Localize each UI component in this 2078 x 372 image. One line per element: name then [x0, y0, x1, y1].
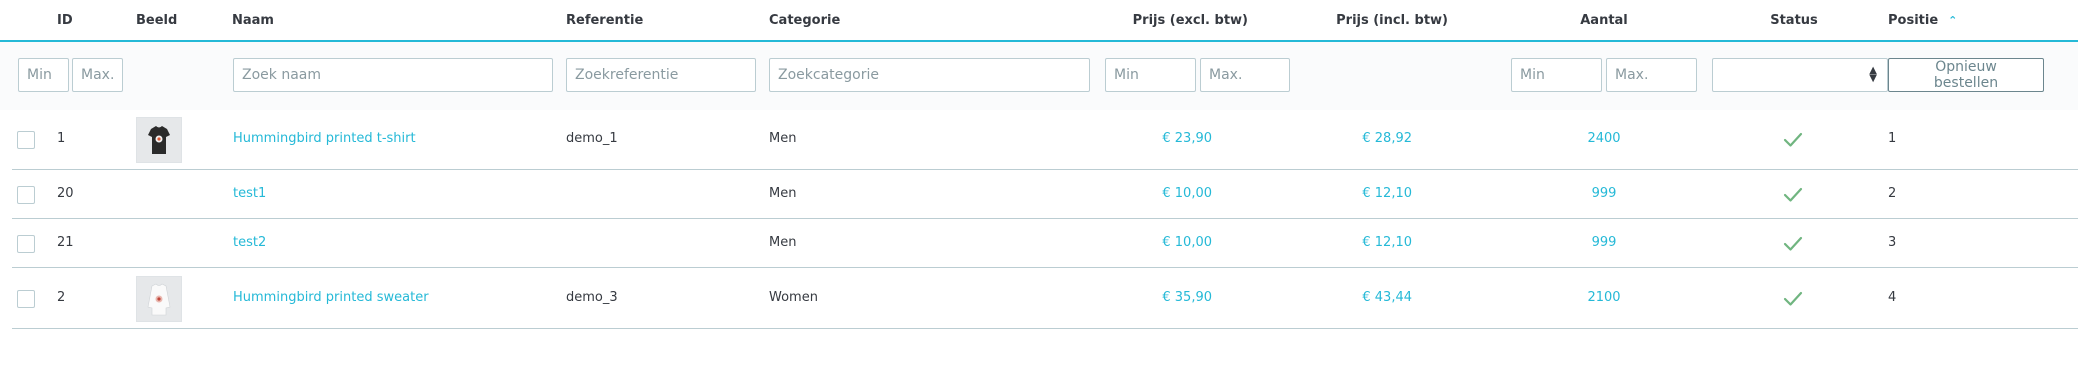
product-name-link[interactable]: test2: [233, 235, 266, 250]
price-incl-value[interactable]: € 28,92: [1312, 131, 1412, 146]
price-min-input[interactable]: [1105, 58, 1196, 92]
price-incl-value[interactable]: € 12,10: [1312, 186, 1412, 201]
product-position: 1: [1888, 131, 1897, 146]
price-excl-value[interactable]: € 10,00: [1112, 186, 1212, 201]
quantity-value[interactable]: 999: [1560, 235, 1648, 250]
row-select-checkbox[interactable]: [17, 234, 35, 253]
quantity-value[interactable]: 999: [1560, 186, 1648, 201]
reference-search-input[interactable]: [566, 58, 756, 92]
product-id: 20: [57, 185, 74, 201]
category-search-input[interactable]: [769, 58, 1090, 92]
product-category: Men: [769, 185, 797, 201]
product-reference: demo_1: [566, 131, 618, 146]
quantity-value[interactable]: 2400: [1560, 131, 1648, 146]
product-category: Men: [769, 234, 797, 250]
status-select[interactable]: ▲ ▼: [1712, 58, 1888, 92]
header-position[interactable]: Positie ⌃: [1888, 13, 1957, 28]
select-arrows-icon: ▲ ▼: [1869, 65, 1877, 84]
product-name-link[interactable]: test1: [233, 186, 266, 201]
header-id[interactable]: ID: [57, 13, 73, 28]
row-select-checkbox[interactable]: [17, 185, 35, 204]
header-name[interactable]: Naam: [232, 13, 274, 28]
price-excl-value[interactable]: € 35,90: [1112, 290, 1212, 305]
product-thumbnail[interactable]: [136, 275, 182, 322]
product-id: 21: [57, 234, 74, 250]
product-id: 1: [57, 131, 66, 146]
chevron-up-icon: ⌃: [1948, 14, 1958, 27]
header-status[interactable]: Status: [1750, 13, 1838, 28]
price-incl-value[interactable]: € 43,44: [1312, 290, 1412, 305]
table-row: 20 test1 Men € 10,00 € 12,10 999 2: [12, 170, 2078, 219]
product-name-link[interactable]: Hummingbird printed sweater: [233, 290, 429, 305]
table-row: 21 test2 Men € 10,00 € 12,10 999 3: [12, 219, 2078, 268]
header-quantity[interactable]: Aantal: [1560, 13, 1648, 28]
name-search-input[interactable]: [233, 58, 553, 92]
product-position: 3: [1888, 234, 1897, 250]
checkmark-icon[interactable]: [1782, 288, 1804, 310]
header-price-excl[interactable]: Prijs (excl. btw): [1100, 13, 1248, 28]
quantity-value[interactable]: 2100: [1560, 290, 1648, 305]
price-incl-value[interactable]: € 12,10: [1312, 235, 1412, 250]
table-header: ID Beeld Naam Referentie Categorie Prijs…: [0, 0, 2078, 42]
table-row: 2 Hummingbird printed sweater demo_3 Women €…: [12, 268, 2078, 329]
product-table: ID Beeld Naam Referentie Categorie Prijs…: [0, 0, 2078, 372]
product-id: 2: [57, 289, 66, 305]
product-position: 4: [1888, 289, 1897, 305]
checkmark-icon[interactable]: [1782, 129, 1804, 151]
row-select-checkbox[interactable]: [17, 131, 35, 149]
product-thumbnail[interactable]: [136, 117, 182, 163]
checkmark-icon[interactable]: [1782, 184, 1804, 206]
reset-button[interactable]: Opnieuw bestellen: [1888, 58, 2044, 92]
price-excl-value[interactable]: € 10,00: [1112, 235, 1212, 250]
quantity-max-input[interactable]: [1606, 58, 1697, 92]
header-position-label: Positie: [1888, 13, 1939, 28]
table-row: 1 Hummingbird printed t-shirt demo_1 Men € 2…: [12, 110, 2078, 170]
id-max-input[interactable]: [72, 58, 123, 92]
price-max-input[interactable]: [1200, 58, 1290, 92]
quantity-min-input[interactable]: [1511, 58, 1602, 92]
price-excl-value[interactable]: € 23,90: [1112, 131, 1212, 146]
id-min-input[interactable]: [18, 58, 69, 92]
product-category: Women: [769, 289, 818, 305]
header-category[interactable]: Categorie: [769, 13, 840, 28]
filter-row: ▲▼ Opnieuw bestellen: [0, 42, 2078, 110]
row-select-checkbox[interactable]: [17, 289, 35, 308]
product-position: 2: [1888, 185, 1897, 201]
product-category: Men: [769, 131, 797, 146]
product-reference: demo_3: [566, 289, 618, 305]
product-name-link[interactable]: Hummingbird printed t-shirt: [233, 131, 416, 146]
checkmark-icon[interactable]: [1782, 233, 1804, 255]
header-reference[interactable]: Referentie: [566, 13, 643, 28]
header-price-incl[interactable]: Prijs (incl. btw): [1300, 13, 1448, 28]
header-image: Beeld: [136, 13, 178, 28]
